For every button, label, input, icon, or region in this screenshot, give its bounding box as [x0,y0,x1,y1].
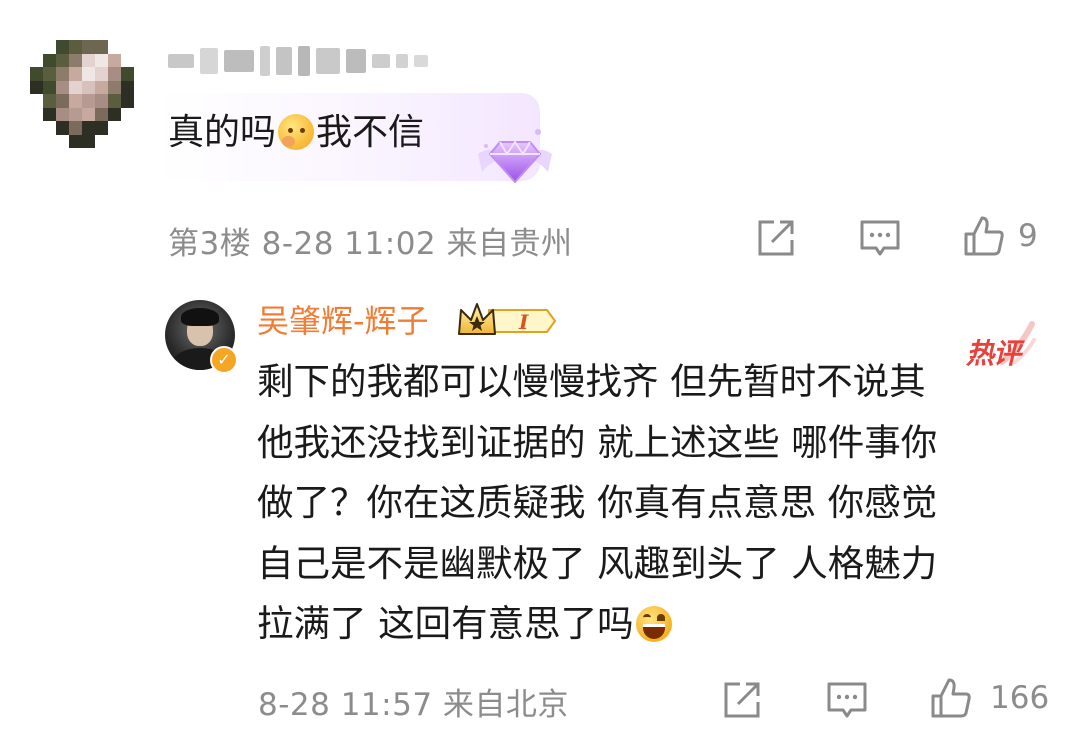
blurred-avatar[interactable] [30,40,134,148]
gem-fan-badge-icon [478,129,552,184]
reply-line: 自己是不是幽默极了 风趣到头了 人格魅力 [257,541,938,585]
comment-text[interactable]: 真的吗 我不信 [168,108,424,158]
grinning-laugh-emoji [635,606,672,642]
reply-meta: 8-28 11:57 来自北京 [258,679,569,724]
reply-line-last: 拉满了 这回有意思了吗 [257,594,1057,655]
share-icon[interactable] [720,678,764,722]
reply-author-name[interactable]: 吴肇辉-辉子 [257,300,429,342]
reply-line: 拉满了 这回有意思了吗 [257,602,634,645]
reply-comment-icon[interactable] [825,678,869,722]
like-icon[interactable] [962,214,1006,258]
comment-location: 来自贵州 [446,226,573,262]
like-count: 9 [1018,218,1038,254]
verified-badge-icon: ✓ [210,346,238,374]
floor-number: 第3楼 [168,226,252,262]
comment-meta: 第3楼 8-28 11:02 来自贵州 [168,218,573,263]
reply-text[interactable]: 剩下的我都可以慢慢找齐 但先暂时不说其 他我还没找到证据的 就上述这些 哪件事你… [257,352,1057,655]
reply-comment-icon[interactable] [858,216,902,260]
reply-datetime: 8-28 11:57 [258,687,433,723]
reply-line: 做了？你在这质疑我 你真有点意思 你感觉 [257,481,938,524]
reply-line: 他我还没找到证据的 就上述这些 哪件事你 [257,420,938,464]
comment-text-part-2: 我不信 [316,112,425,153]
thinking-face-emoji [278,114,315,150]
reply-line: 剩下的我都可以慢慢找齐 但先暂时不说其 [257,360,926,403]
comment-datetime: 8-28 11:02 [261,226,437,262]
like-count: 166 [990,680,1050,716]
like-icon[interactable] [929,676,973,720]
crown-member-badge-icon: I [458,303,557,335]
level-badge-text: I [518,310,529,334]
reply-location: 来自北京 [442,687,569,723]
blurred-username[interactable] [168,44,428,78]
share-icon[interactable] [754,216,798,260]
comment-text-part-1: 真的吗 [168,112,277,153]
